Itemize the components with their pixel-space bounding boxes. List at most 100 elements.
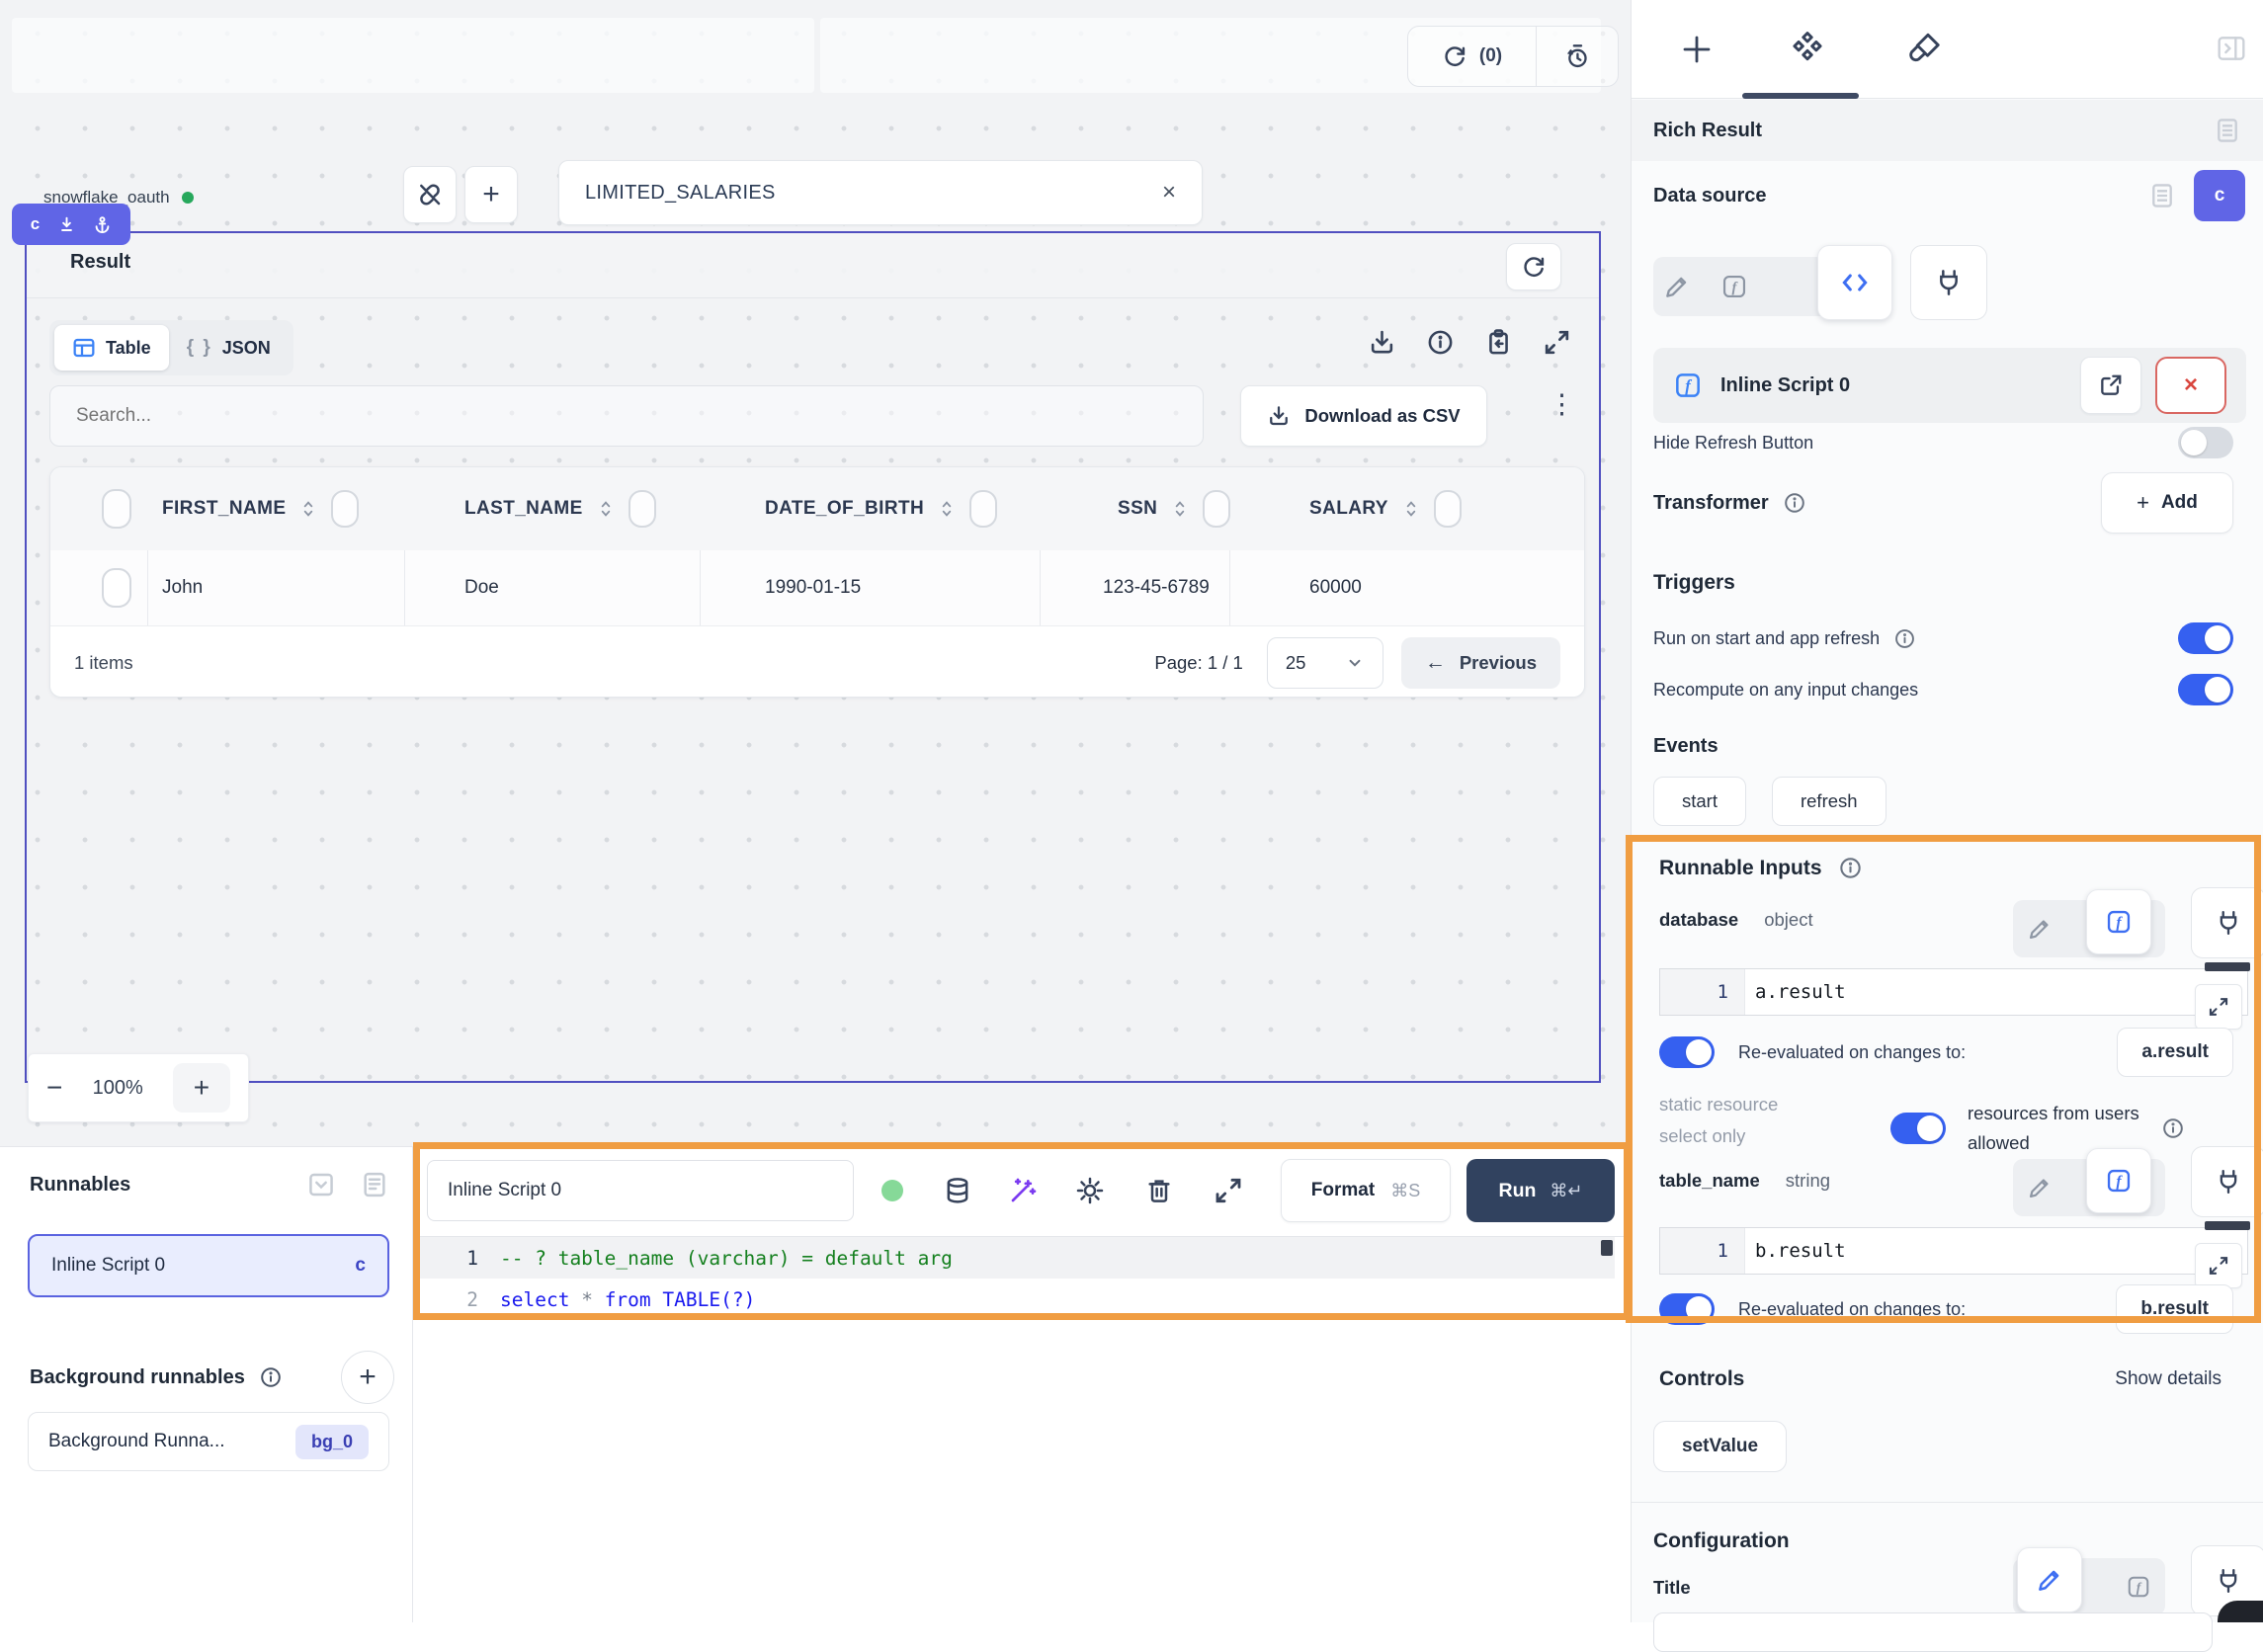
format-button[interactable]: Format ⌘S (1281, 1159, 1451, 1222)
info-icon[interactable] (2161, 1116, 2185, 1140)
pencil-mode-icon[interactable] (2027, 1175, 2053, 1200)
previous-page-button[interactable]: ← Previous (1401, 637, 1560, 689)
column-header[interactable]: SSN (1118, 467, 1230, 550)
table-select-input[interactable]: LIMITED_SALARIES × (558, 160, 1203, 225)
rich-result-component[interactable]: Result Table { } JSON (25, 231, 1601, 1083)
plug-mode-button[interactable] (2191, 1146, 2263, 1217)
function-mode-icon[interactable]: f (2086, 1148, 2151, 1213)
event-chip-refresh[interactable]: refresh (1772, 777, 1886, 826)
column-header[interactable]: SALARY (1309, 467, 1462, 550)
info-icon[interactable] (259, 1365, 283, 1389)
pencil-mode-icon[interactable] (1663, 273, 1691, 300)
function-mode-icon[interactable]: f (2086, 889, 2151, 954)
expand-editor-icon[interactable] (1214, 1176, 1243, 1205)
expand-value-editor-button[interactable] (2195, 984, 2242, 1030)
source-component-badge[interactable]: c (2194, 170, 2245, 221)
collapse-panel-icon[interactable] (2217, 34, 2246, 63)
control-chip-setvalue[interactable]: setValue (1653, 1421, 1787, 1472)
docs-icon[interactable] (2148, 182, 2176, 209)
clear-icon[interactable]: × (1162, 179, 1176, 206)
reeval-toggle[interactable] (1659, 1293, 1715, 1325)
function-mode-icon[interactable]: f (2126, 1574, 2151, 1600)
function-mode-icon[interactable]: f (1720, 273, 1748, 300)
move-down-icon[interactable] (57, 215, 76, 234)
select-all-checkbox[interactable] (102, 489, 131, 529)
plug-mode-button[interactable] (1910, 245, 1987, 320)
download-csv-button[interactable]: Download as CSV (1240, 385, 1487, 447)
components-tab[interactable] (1788, 30, 1827, 69)
column-header[interactable]: LAST_NAME (464, 467, 656, 550)
expand-value-editor-button[interactable] (2195, 1243, 2242, 1288)
code-editor[interactable]: 1 -- ? table_name (varchar) = default ar… (413, 1237, 1615, 1356)
sort-icon[interactable] (297, 498, 319, 520)
show-details-link[interactable]: Show details (2115, 1368, 2221, 1390)
info-icon[interactable] (1838, 856, 1863, 880)
disconnect-button[interactable] (403, 166, 457, 223)
code-mode-icon[interactable] (1817, 245, 1892, 320)
collapse-all-icon[interactable] (307, 1171, 335, 1198)
docs-icon[interactable] (2214, 117, 2241, 144)
add-component-tab[interactable] (1679, 32, 1715, 67)
table-name-value-editor[interactable]: 1 b.result (1659, 1227, 2248, 1275)
styles-tab[interactable] (1904, 30, 1944, 69)
dependency-chip[interactable]: b.result (2116, 1284, 2233, 1334)
sort-icon[interactable] (1400, 498, 1422, 520)
download-icon[interactable] (1368, 328, 1396, 357)
page-size-select[interactable]: 25 (1267, 637, 1383, 689)
column-toggle[interactable] (629, 490, 656, 528)
component-selection-pill[interactable]: c (12, 204, 130, 245)
editor-scrollbar-thumb[interactable] (1601, 1240, 1613, 1256)
runnable-item-inline-script[interactable]: Inline Script 0 c (28, 1234, 389, 1297)
settings-gear-icon[interactable] (1075, 1176, 1105, 1205)
ai-wand-icon[interactable] (1008, 1176, 1038, 1205)
history-button[interactable] (1537, 27, 1618, 86)
zoom-out-button[interactable]: − (46, 1072, 62, 1104)
fullscreen-icon[interactable] (1543, 328, 1571, 357)
run-button[interactable]: Run ⌘↵ (1467, 1159, 1615, 1222)
dependency-chip[interactable]: a.result (2117, 1028, 2233, 1077)
add-background-runnable-button[interactable]: + (341, 1351, 394, 1404)
column-toggle[interactable] (969, 490, 997, 528)
open-script-button[interactable] (2080, 357, 2141, 414)
database-value-editor[interactable]: 1 a.result (1659, 968, 2248, 1016)
sort-icon[interactable] (936, 498, 958, 520)
database-icon[interactable] (943, 1176, 972, 1205)
resources-from-users-toggle[interactable] (1890, 1113, 1946, 1144)
pencil-mode-icon[interactable] (2027, 916, 2053, 942)
tab-table[interactable]: Table (54, 325, 169, 371)
info-icon[interactable] (1426, 328, 1455, 357)
zoom-in-button[interactable]: + (173, 1063, 230, 1113)
column-toggle[interactable] (1203, 490, 1230, 528)
reeval-toggle[interactable] (1659, 1036, 1715, 1068)
plug-mode-button[interactable] (2191, 887, 2263, 958)
remove-script-button[interactable]: × (2155, 357, 2226, 414)
event-chip-start[interactable]: start (1653, 777, 1746, 826)
runnable-item-background[interactable]: Background Runna... bg_0 (28, 1412, 389, 1471)
pencil-mode-icon[interactable] (2017, 1547, 2082, 1612)
kebab-menu-icon[interactable]: ⋮ (1549, 389, 1575, 420)
tab-json[interactable]: { } JSON (169, 325, 289, 371)
mini-scrollbar-thumb[interactable] (2205, 962, 2250, 971)
add-transformer-button[interactable]: + Add (2101, 472, 2233, 534)
add-query-button[interactable]: + (464, 166, 518, 223)
row-checkbox[interactable] (102, 568, 131, 608)
anchor-icon[interactable] (93, 215, 112, 234)
sort-icon[interactable] (1169, 498, 1191, 520)
info-icon[interactable] (1893, 627, 1916, 650)
column-toggle[interactable] (331, 490, 359, 528)
mini-scrollbar-thumb[interactable] (2205, 1221, 2250, 1230)
column-header[interactable]: FIRST_NAME (162, 467, 359, 550)
recompute-toggle[interactable] (2178, 674, 2233, 705)
title-field-input[interactable] (1653, 1612, 2213, 1652)
refresh-count-button[interactable]: (0) (1408, 27, 1537, 86)
result-refresh-button[interactable] (1506, 243, 1561, 290)
sort-icon[interactable] (595, 498, 617, 520)
copy-result-icon[interactable] (1484, 328, 1513, 357)
hide-refresh-toggle[interactable] (2178, 427, 2233, 458)
info-icon[interactable] (1783, 491, 1806, 515)
run-on-start-toggle[interactable] (2178, 622, 2233, 654)
column-toggle[interactable] (1434, 490, 1462, 528)
list-view-icon[interactable] (361, 1171, 388, 1198)
script-name-input[interactable] (427, 1160, 854, 1221)
column-header[interactable]: DATE_OF_BIRTH (765, 467, 997, 550)
